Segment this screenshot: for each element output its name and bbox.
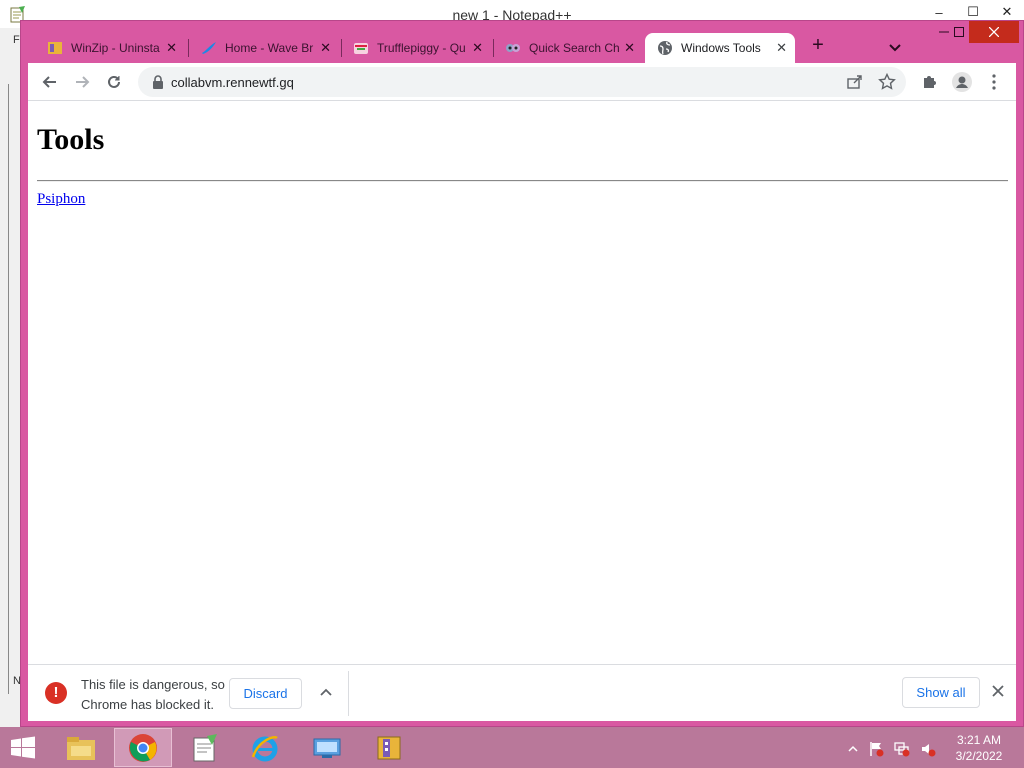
notepad-menu-letter: F [13, 34, 20, 46]
page-heading: Tools [37, 123, 105, 156]
taskbar-control-panel[interactable] [298, 728, 356, 767]
arrow-left-icon [42, 76, 56, 88]
profile-button[interactable] [949, 70, 975, 94]
chrome-icon [129, 733, 157, 762]
page-divider [37, 180, 1008, 182]
address-bar[interactable]: collabvm.rennewtf.gq [138, 67, 906, 97]
download-blocked-message: This file is dangerous, so Chrome has bl… [81, 677, 225, 712]
chrome-menu-button[interactable] [981, 70, 1007, 94]
download-bar-divider [348, 671, 349, 716]
close-window-button[interactable] [969, 21, 1019, 43]
internet-explorer-icon [251, 735, 278, 761]
tab-close-icon[interactable]: ✕ [320, 41, 331, 55]
browser-toolbar: collabvm.rennewtf.gq [28, 63, 1016, 101]
tab-title: Windows Tools [681, 41, 761, 55]
lock-icon[interactable] [152, 75, 164, 89]
taskbar-internet-explorer[interactable] [236, 728, 294, 767]
tab-wave-browser[interactable]: Home - Wave Br ✕ [189, 33, 339, 63]
tab-trufflepiggy[interactable]: Trufflepiggy - Qu ✕ [341, 33, 491, 63]
tab-title: WinZip - Uninsta [71, 41, 160, 55]
tab-quick-search[interactable]: Quick Search Ch ✕ [493, 33, 643, 63]
clock-date: 3/2/2022 [955, 749, 1003, 763]
restore-icon [954, 27, 964, 37]
bookmark-star-icon[interactable] [878, 73, 896, 91]
page-content: Tools Psiphon [28, 101, 1016, 664]
psiphon-link[interactable]: Psiphon [37, 191, 85, 208]
tab-close-icon[interactable]: ✕ [776, 41, 787, 55]
winzip-icon [377, 736, 401, 759]
reload-icon [108, 75, 120, 88]
taskbar-chrome[interactable] [114, 728, 172, 767]
discard-button[interactable]: Discard [229, 678, 302, 709]
extensions-button[interactable] [917, 70, 943, 94]
url-text[interactable]: collabvm.rennewtf.gq [171, 75, 294, 90]
taskbar-file-explorer[interactable] [52, 728, 110, 767]
trufflepiggy-icon [354, 43, 368, 54]
control-panel-icon [313, 738, 341, 758]
file-explorer-icon [67, 736, 95, 760]
tab-strip: WinZip - Uninsta ✕ Home - Wave Br ✕ Truf… [21, 21, 1023, 63]
globe-icon [658, 41, 672, 55]
notepad-plus-plus-icon [193, 733, 217, 761]
reload-button[interactable] [101, 70, 127, 94]
tab-title: Home - Wave Br [225, 41, 314, 55]
tab-title: Trufflepiggy - Qu [377, 41, 466, 55]
tab-close-icon[interactable]: ✕ [166, 41, 177, 55]
share-icon[interactable] [846, 73, 864, 91]
tab-search-chevron-down-icon[interactable] [885, 37, 905, 57]
clock-time: 3:21 AM [956, 733, 1002, 747]
download-bar: ! This file is dangerous, so Chrome has … [28, 664, 1016, 721]
taskbar-clock[interactable]: 3:21 AM 3/2/2022 [946, 732, 1012, 764]
avatar-icon [952, 72, 972, 92]
close-download-bar-icon[interactable] [990, 683, 1006, 699]
new-tab-button[interactable]: + [807, 35, 829, 57]
taskbar-winzip[interactable] [360, 728, 418, 767]
arrow-right-icon [76, 76, 90, 88]
tab-windows-tools[interactable]: Windows Tools ✕ [645, 33, 795, 63]
taskbar: 3:21 AM 3/2/2022 [0, 727, 1024, 768]
forward-button[interactable] [69, 70, 95, 94]
system-tray [848, 739, 946, 759]
network-icon[interactable] [894, 741, 910, 757]
chrome-window: WinZip - Uninsta ✕ Home - Wave Br ✕ Truf… [20, 20, 1024, 727]
show-hidden-icons-chevron-up-icon[interactable] [848, 744, 858, 754]
close-icon [989, 27, 999, 37]
taskbar-notepad-plus-plus[interactable] [176, 728, 234, 767]
volume-muted-icon[interactable] [920, 741, 936, 757]
show-all-downloads-button[interactable]: Show all [902, 677, 980, 708]
puzzle-icon [924, 76, 936, 88]
action-center-flag-icon[interactable] [868, 741, 884, 757]
chevron-up-icon[interactable] [318, 684, 334, 700]
tab-winzip[interactable]: WinZip - Uninsta ✕ [35, 33, 185, 63]
quick-search-icon [506, 44, 520, 52]
wave-browser-icon [202, 42, 216, 54]
back-button[interactable] [37, 70, 63, 94]
tab-close-icon[interactable]: ✕ [472, 41, 483, 55]
danger-warning-icon: ! [45, 682, 67, 704]
winzip-icon [48, 42, 62, 54]
tab-title: Quick Search Ch [529, 41, 620, 55]
tab-close-icon[interactable]: ✕ [624, 41, 635, 55]
more-vert-icon [992, 74, 996, 90]
windows-start-icon[interactable] [6, 735, 40, 761]
notepad-edit-area-edge [8, 84, 20, 694]
